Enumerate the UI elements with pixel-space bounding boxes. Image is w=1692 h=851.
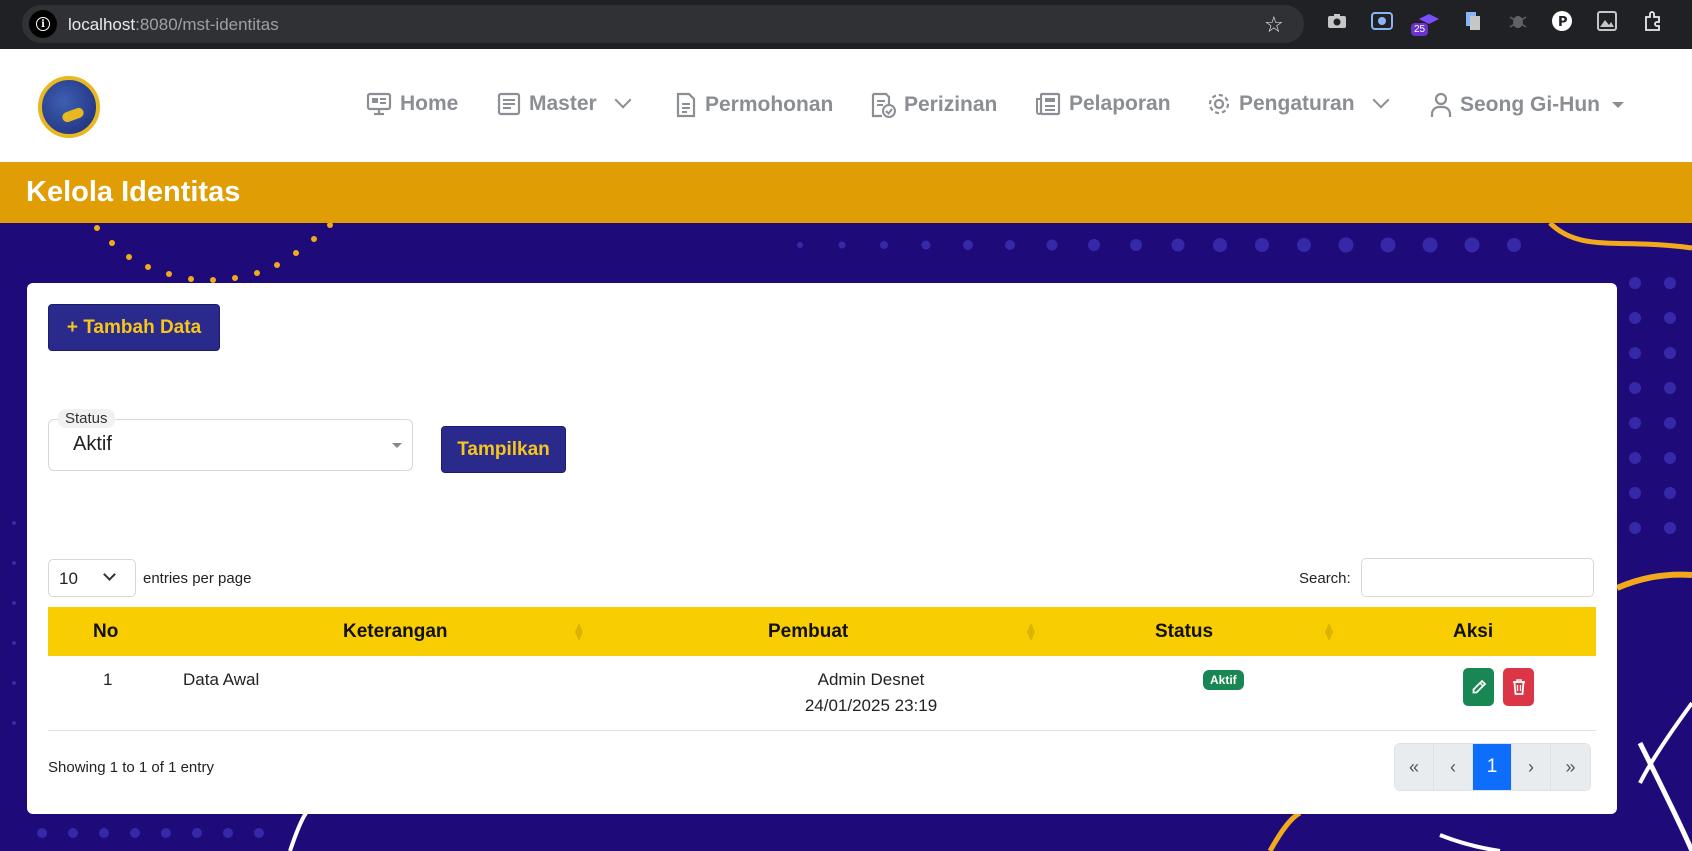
navbar: Home Master Permohonan Perizinan Pelapor… <box>0 49 1692 162</box>
first-page-button[interactable]: « <box>1395 744 1434 790</box>
nav-permohonan[interactable]: Permohonan <box>675 92 833 118</box>
extension-badge: 25 <box>1411 23 1429 36</box>
column-header-no[interactable]: No <box>93 621 118 643</box>
chevron-down-icon <box>1372 91 1390 109</box>
table-info: Showing 1 to 1 of 1 entry <box>48 759 214 776</box>
next-page-button[interactable]: › <box>1512 744 1551 790</box>
nav-master[interactable]: Master <box>497 91 632 116</box>
nav-master-label: Master <box>529 92 597 115</box>
cell-keterangan: Data Awal <box>183 670 260 689</box>
document-check-icon <box>871 92 896 118</box>
cell-tanggal: 24/01/2025 23:19 <box>804 696 938 715</box>
cell-no: 1 <box>103 670 113 689</box>
page-header: Kelola Identitas <box>0 162 1692 223</box>
nav-pelaporan[interactable]: Pelaporan <box>1035 92 1171 116</box>
list-icon <box>497 92 521 116</box>
pencil-icon <box>1472 679 1486 694</box>
site-info-icon[interactable]: i <box>29 10 57 38</box>
extensions-puzzle-icon[interactable] <box>1642 10 1664 32</box>
data-table: No Keterangan Pembuat Status Aksi 1 Data… <box>48 607 1596 731</box>
bookmark-star-icon[interactable]: ☆ <box>1264 12 1284 38</box>
files-extension-icon[interactable] <box>1462 10 1484 32</box>
monitor-icon <box>366 92 392 116</box>
nav-pengaturan-label: Pengaturan <box>1239 92 1355 115</box>
edit-button[interactable] <box>1463 668 1494 706</box>
entries-per-page-select[interactable]: 10 <box>48 559 136 597</box>
add-data-button[interactable]: + Tambah Data <box>48 304 220 351</box>
nav-pelaporan-label: Pelaporan <box>1069 92 1171 115</box>
content-card: + Tambah Data Status Aktif Tampilkan 10 … <box>27 283 1617 814</box>
column-header-pembuat[interactable]: Pembuat <box>768 621 848 643</box>
user-menu[interactable]: Seong Gi-Hun <box>1430 92 1624 118</box>
caret-down-icon <box>392 443 402 448</box>
nav-home[interactable]: Home <box>366 92 458 116</box>
user-icon <box>1430 92 1452 117</box>
nav-perizinan[interactable]: Perizinan <box>870 92 997 118</box>
sort-icon[interactable] <box>575 623 583 641</box>
table-row: 1 Data Awal Admin Desnet 24/01/2025 23:1… <box>48 656 1596 731</box>
sort-icon[interactable] <box>1027 623 1035 641</box>
page-title: Kelola Identitas <box>26 176 241 208</box>
search-input[interactable] <box>1361 558 1594 597</box>
status-value: Aktif <box>73 433 112 455</box>
gear-icon <box>1208 93 1230 115</box>
page-1-button[interactable]: 1 <box>1473 744 1512 790</box>
bug-extension-icon[interactable] <box>1507 10 1529 32</box>
pagination: « ‹ 1 › » <box>1394 743 1591 791</box>
prev-page-button[interactable]: ‹ <box>1434 744 1473 790</box>
p-extension-icon[interactable]: P <box>1551 10 1573 32</box>
status-badge: Aktif <box>1203 670 1244 690</box>
nav-permohonan-label: Permohonan <box>705 93 834 116</box>
status-select[interactable]: Status Aktif <box>48 409 413 471</box>
entries-label: entries per page <box>143 570 252 587</box>
sort-icon[interactable] <box>1325 623 1333 641</box>
table-header: No Keterangan Pembuat Status Aksi <box>48 607 1596 656</box>
browser-toolbar: i localhost:8080/mst-identitas ☆ 25 P <box>0 0 1692 49</box>
camera-extension-icon[interactable] <box>1326 10 1348 32</box>
newspaper-icon <box>1036 92 1061 116</box>
cell-pembuat: Admin Desnet <box>817 670 925 689</box>
show-button[interactable]: Tampilkan <box>441 426 566 473</box>
logo[interactable] <box>38 76 100 138</box>
nav-perizinan-label: Perizinan <box>904 93 998 116</box>
nav-pengaturan[interactable]: Pengaturan <box>1207 91 1390 116</box>
svg-text:P: P <box>1558 15 1568 30</box>
user-name: Seong Gi-Hun <box>1460 93 1600 116</box>
chevron-down-icon <box>103 568 116 581</box>
address-bar[interactable]: i localhost:8080/mst-identitas ☆ <box>22 5 1304 43</box>
url-path: :8080/mst-identitas <box>135 15 279 34</box>
image-extension-icon[interactable] <box>1596 10 1618 32</box>
screen-extension-icon[interactable] <box>1371 10 1393 32</box>
delete-button[interactable] <box>1503 668 1534 706</box>
url-host: localhost <box>68 15 136 34</box>
column-header-keterangan[interactable]: Keterangan <box>343 621 448 643</box>
nav-home-label: Home <box>400 92 459 115</box>
column-header-aksi: Aksi <box>1453 621 1494 642</box>
url-text[interactable]: localhost:8080/mst-identitas <box>68 15 279 35</box>
caret-down-icon <box>1612 102 1624 108</box>
trash-icon <box>1512 679 1525 695</box>
chevron-down-icon <box>614 91 632 109</box>
last-page-button[interactable]: » <box>1551 744 1590 790</box>
entries-value: 10 <box>59 569 78 588</box>
status-label: Status <box>58 409 115 428</box>
search-label: Search: <box>1299 570 1351 587</box>
document-icon <box>676 92 696 118</box>
column-header-status[interactable]: Status <box>1155 621 1213 643</box>
